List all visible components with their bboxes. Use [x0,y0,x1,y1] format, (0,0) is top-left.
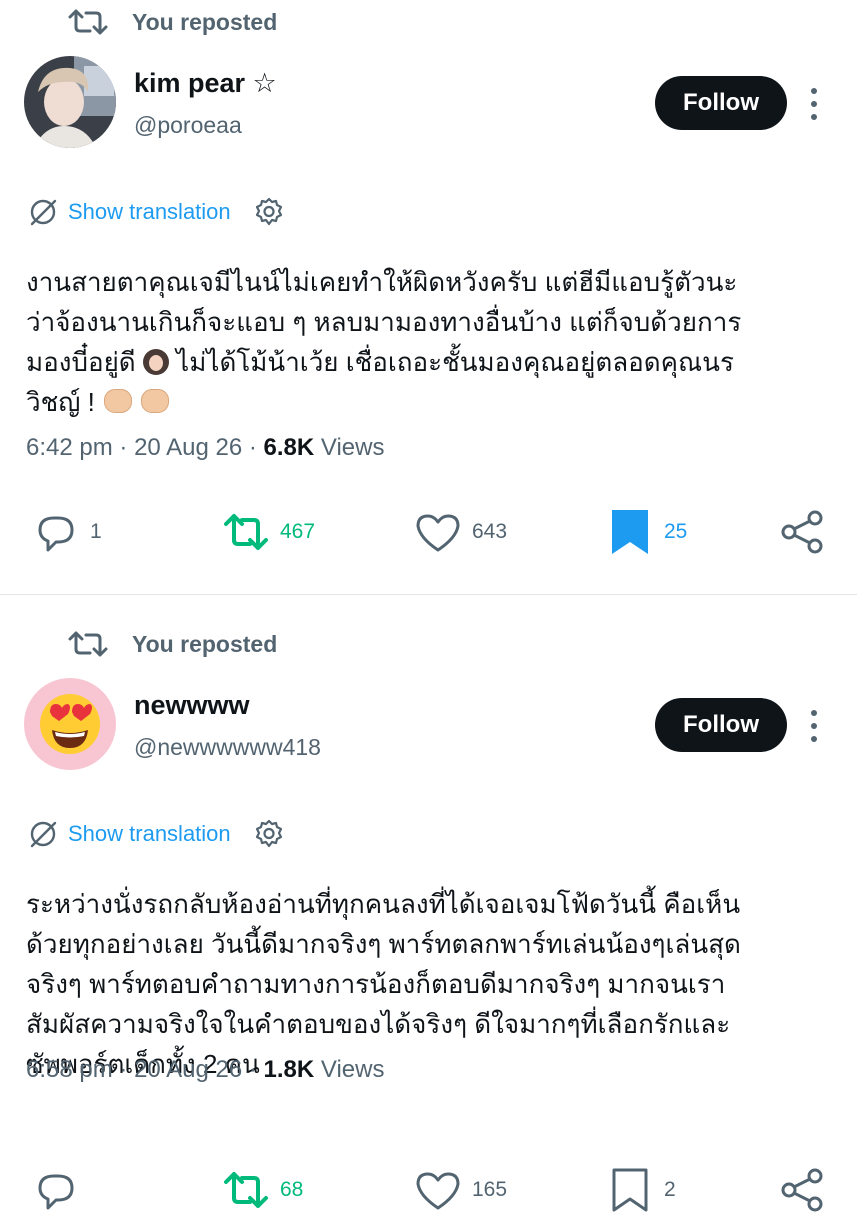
share-button[interactable] [779,1166,827,1214]
separator: · [119,1056,128,1083]
emoji-woman-icon [142,349,169,375]
repost-indicator: You reposted [68,628,277,660]
like-button[interactable]: 165 [414,1166,507,1214]
post-text-line: ระหว่างนั่งรถกลับห้องอ่านที่ทุกคนลงที่ได… [26,889,741,919]
display-name[interactable]: newwww [134,690,250,721]
repost-icon [68,9,108,35]
show-translation[interactable]: Show translation [28,816,285,852]
reply-icon [38,1174,74,1210]
post-meta: 6:42 pm · 20 Aug 26 · 6.8K Views [26,434,384,462]
reply-count: 1 [90,520,102,543]
post-2[interactable]: You reposted newwww @newwwwww418 Follow … [0,622,857,1222]
gear-icon[interactable] [253,196,285,228]
follow-button[interactable]: Follow [655,76,787,130]
share-icon [781,1168,823,1212]
bookmark-icon [612,510,648,554]
gear-icon[interactable] [253,818,285,850]
repost-label: You reposted [132,8,278,35]
post-time[interactable]: 6:42 pm [26,434,113,461]
post-text-line: ด้วยทุกอย่างเลย วันนี้ดีมากจริงๆ พาร์ทตล… [26,929,741,959]
show-translation-label[interactable]: Show translation [68,821,231,847]
repost-indicator: You reposted [68,6,277,38]
post-text-line: ว่าจ้องนานเกินก็จะแอบ ๆ หลบมามองทางอื่นบ… [26,307,742,337]
post-text-fragment: ไม่ได้โม้น้าเว้ย เชื่อเถอะชั้นมองคุณอยู่… [176,347,734,377]
bookmark-icon [612,1168,648,1212]
bookmark-count: 25 [664,520,688,543]
repost-button[interactable]: 467 [222,508,315,556]
fist-emoji-icon [141,389,170,413]
divider [0,594,857,595]
more-icon[interactable] [803,88,825,120]
like-count: 643 [472,520,508,543]
post-text: ระหว่างนั่งรถกลับห้องอ่านที่ทุกคนลงที่ได… [26,884,836,1084]
bookmark-count: 2 [664,1178,676,1201]
post-text-fragment: วิชญ์ ! [26,387,95,417]
repost-icon [68,631,108,657]
reply-icon [38,516,74,552]
post-time[interactable]: 6:58 pm [26,1056,113,1083]
repost-label: You reposted [132,630,278,657]
post-text-line: มองบี๋อยู่ดี ไม่ได้โม้น้าเว้ย เชื่อเถอะช… [26,342,836,382]
repost-icon [224,514,268,550]
globe-slash-icon [30,199,57,226]
post-text-line: สัมผัสความจริงใจในคำตอบของได้จริงๆ ดีใจม… [26,1009,731,1039]
show-translation[interactable]: Show translation [28,194,285,230]
action-bar: 1 467 643 25 [0,500,857,564]
share-icon [781,510,823,554]
post-text-fragment: มองบี๋อยู่ดี [26,347,136,377]
repost-icon [224,1172,268,1208]
post-text-line: วิชญ์ ! [26,382,836,422]
views-count: 6.8K [263,434,315,461]
globe-slash-icon [30,821,57,848]
post-text-line: จริงๆ พาร์ทตอบคำถามทางการน้องก็ตอบดีมากจ… [26,969,726,999]
like-button[interactable]: 643 [414,508,507,556]
like-icon [416,1172,460,1210]
repost-count: 467 [280,520,316,543]
post-text-line: งานสายตาคุณเจมีไนน์ไม่เคยทำให้ผิดหวังครั… [26,267,738,297]
post-meta: 6:58 pm · 20 Aug 26 · 1.8K Views [26,1056,384,1084]
post-1[interactable]: You reposted kim pear ☆ @poroeaa Follow … [0,0,857,594]
bookmark-button[interactable]: 2 [606,1166,676,1214]
repost-count: 68 [280,1178,304,1201]
more-icon[interactable] [803,710,825,742]
views-count: 1.8K [263,1056,315,1083]
bookmark-button[interactable]: 25 [606,508,687,556]
show-translation-label[interactable]: Show translation [68,199,231,225]
reply-button[interactable]: 1 [32,508,102,556]
separator: · [248,1056,257,1083]
repost-button[interactable]: 68 [222,1166,303,1214]
post-date[interactable]: 20 Aug 26 [134,434,242,461]
avatar[interactable] [24,678,116,770]
action-bar: 68 165 2 [0,1122,857,1212]
user-handle[interactable]: @newwwwww418 [134,734,321,761]
views-label: Views [320,434,385,461]
views-label: Views [320,1056,385,1083]
like-count: 165 [472,1178,508,1201]
reply-button[interactable] [32,1166,90,1214]
display-name[interactable]: kim pear ☆ [134,68,277,99]
post-text: งานสายตาคุณเจมีไนน์ไม่เคยทำให้ผิดหวังครั… [26,262,836,422]
share-button[interactable] [779,508,827,556]
post-date[interactable]: 20 Aug 26 [134,1056,242,1083]
user-handle[interactable]: @poroeaa [134,112,242,139]
separator: · [119,434,128,461]
fist-emoji-icon [104,389,133,413]
separator: · [248,434,257,461]
follow-button[interactable]: Follow [655,698,787,752]
avatar[interactable] [24,56,116,148]
like-icon [416,514,460,552]
